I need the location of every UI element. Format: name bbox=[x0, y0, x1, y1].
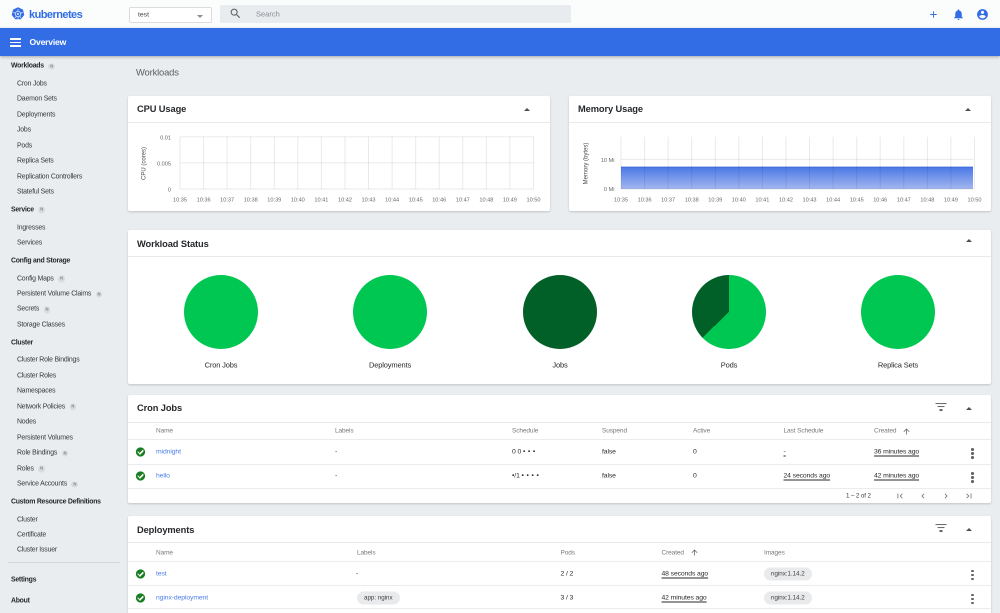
svg-text:0: 0 bbox=[168, 188, 171, 194]
svg-text:10:35: 10:35 bbox=[173, 198, 187, 204]
svg-text:10:41: 10:41 bbox=[314, 198, 328, 204]
svg-text:10:47: 10:47 bbox=[456, 198, 470, 204]
svg-text:10:38: 10:38 bbox=[244, 198, 258, 204]
svg-text:CPU (cores): CPU (cores) bbox=[142, 147, 148, 180]
svg-text:10:46: 10:46 bbox=[873, 198, 887, 204]
svg-text:Memory (bytes): Memory (bytes) bbox=[584, 143, 590, 185]
svg-text:10:48: 10:48 bbox=[920, 198, 934, 204]
svg-text:10:46: 10:46 bbox=[432, 198, 446, 204]
svg-text:10:50: 10:50 bbox=[527, 198, 541, 204]
svg-text:10:35: 10:35 bbox=[614, 198, 628, 204]
svg-text:10:48: 10:48 bbox=[479, 198, 493, 204]
svg-text:10:45: 10:45 bbox=[409, 198, 423, 204]
svg-text:0 Mi: 0 Mi bbox=[604, 187, 615, 193]
svg-text:10 Mi: 10 Mi bbox=[601, 158, 615, 164]
svg-text:10:39: 10:39 bbox=[708, 198, 722, 204]
svg-text:10:43: 10:43 bbox=[362, 198, 376, 204]
svg-text:10:36: 10:36 bbox=[638, 198, 652, 204]
svg-text:10:37: 10:37 bbox=[220, 198, 234, 204]
svg-text:10:40: 10:40 bbox=[732, 198, 746, 204]
svg-text:10:44: 10:44 bbox=[385, 198, 399, 204]
svg-text:10:45: 10:45 bbox=[850, 198, 864, 204]
svg-text:10:42: 10:42 bbox=[779, 198, 793, 204]
svg-text:10:43: 10:43 bbox=[803, 198, 817, 204]
svg-text:10:39: 10:39 bbox=[267, 198, 281, 204]
svg-text:10:42: 10:42 bbox=[338, 198, 352, 204]
svg-text:10:50: 10:50 bbox=[968, 198, 982, 204]
svg-text:0.005: 0.005 bbox=[157, 162, 171, 168]
svg-text:10:40: 10:40 bbox=[291, 198, 305, 204]
svg-text:10:49: 10:49 bbox=[944, 198, 958, 204]
svg-text:10:47: 10:47 bbox=[897, 198, 911, 204]
svg-text:0.01: 0.01 bbox=[160, 135, 171, 141]
svg-text:10:37: 10:37 bbox=[661, 198, 675, 204]
svg-text:10:38: 10:38 bbox=[685, 198, 699, 204]
svg-text:10:44: 10:44 bbox=[826, 198, 840, 204]
svg-text:10:49: 10:49 bbox=[503, 198, 517, 204]
svg-text:10:41: 10:41 bbox=[755, 198, 769, 204]
svg-text:10:36: 10:36 bbox=[197, 198, 211, 204]
